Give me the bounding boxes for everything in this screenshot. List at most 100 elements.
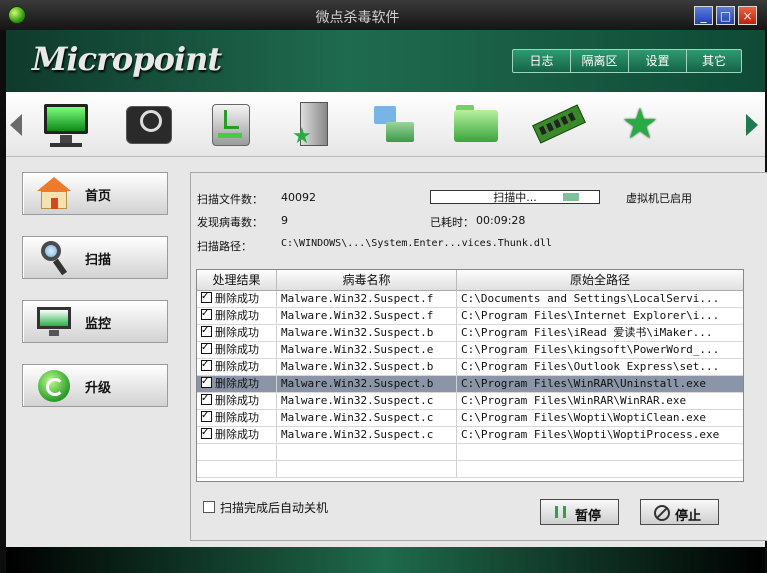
table-row[interactable]: 删除成功 Malware.Win32.Suspect.c C:\Program Fi… [197, 427, 743, 444]
magnifier-icon [37, 241, 71, 276]
usb-drive-icon[interactable] [206, 100, 254, 148]
table-row[interactable] [197, 444, 743, 461]
files-scanned-value: 40092 [281, 191, 316, 204]
virus-name-cell: Malware.Win32.Suspect.f [277, 291, 457, 307]
elapsed-label: 已耗时： [430, 216, 474, 229]
scan-progress-bar: 扫描中... [430, 190, 600, 204]
sidebar-item-home[interactable]: 首页 [22, 172, 168, 215]
virus-count-label: 发现病毒数： [197, 216, 263, 229]
monitor-icon[interactable] [42, 100, 90, 148]
column-header-result[interactable]: 处理结果 [197, 270, 277, 290]
path-cell: C:\Program Files\Wopti\WoptiClean.exe [461, 411, 707, 424]
table-row[interactable]: 删除成功 Malware.Win32.Suspect.e C:\Program Fi… [197, 342, 743, 359]
column-header-virus-name[interactable]: 病毒名称 [277, 270, 457, 290]
brand-logo: Micropoint [32, 40, 222, 78]
result-cell: 删除成功 [197, 325, 277, 341]
table-row[interactable]: 删除成功 Malware.Win32.Suspect.c C:\Program Fi… [197, 393, 743, 410]
virus-name-cell: Malware.Win32.Suspect.e [277, 342, 457, 358]
maximize-button[interactable]: □ [716, 6, 735, 25]
row-checkbox[interactable] [201, 325, 212, 339]
table-row[interactable]: 删除成功 Malware.Win32.Suspect.b C:\Program Fi… [197, 325, 743, 342]
virus-name-cell: Malware.Win32.Suspect.c [277, 410, 457, 426]
result-text: 删除成功 [215, 360, 259, 373]
sidebar-item-scan[interactable]: 扫描 [22, 236, 168, 279]
result-text: 删除成功 [215, 326, 259, 339]
nav-log-button[interactable]: 日志 [513, 50, 571, 72]
nav-other-button[interactable]: 其它 [687, 50, 741, 72]
row-checkbox[interactable] [201, 410, 212, 424]
result-text: 删除成功 [215, 411, 259, 424]
scan-disk-icon[interactable] [124, 100, 172, 148]
result-text: 删除成功 [215, 428, 259, 441]
virus-name-cell: Malware.Win32.Suspect.b [277, 359, 457, 375]
path-cell: C:\Program Files\WinRAR\WinRAR.exe [461, 394, 687, 407]
table-row[interactable]: 删除成功 Malware.Win32.Suspect.b C:\Program Fi… [197, 376, 743, 393]
sidebar-item-update[interactable]: 升级 [22, 364, 168, 407]
row-checkbox[interactable] [201, 427, 212, 441]
path-cell: C:\Program Files\iRead 爱读书\iMaker... [461, 326, 713, 339]
sidebar-item-label: 首页 [85, 189, 112, 204]
scan-path-value: C:\WINDOWS\...\System.Enter...vices.Thun… [281, 238, 552, 249]
files-scanned-label: 扫描文件数： [197, 193, 263, 206]
result-cell: 删除成功 [197, 427, 277, 443]
stop-button[interactable]: 停止 [640, 499, 719, 525]
virus-name-cell: Malware.Win32.Suspect.b [277, 325, 457, 341]
path-cell: C:\Program Files\Internet Explorer\i... [461, 309, 720, 322]
auto-shutdown-checkbox[interactable] [203, 501, 215, 513]
pause-button[interactable]: 暂停 [540, 499, 619, 525]
nav-quarantine-button[interactable]: 隔离区 [571, 50, 629, 72]
pause-icon [555, 506, 566, 518]
virus-count-value: 9 [281, 214, 288, 227]
result-text: 删除成功 [215, 309, 259, 322]
scroll-right-arrow-icon[interactable] [746, 114, 758, 136]
row-checkbox[interactable] [201, 393, 212, 407]
table-row[interactable]: 删除成功 Malware.Win32.Suspect.f C:\Documents … [197, 291, 743, 308]
stop-icon [654, 505, 670, 521]
stop-button-label: 停止 [675, 509, 702, 524]
table-row[interactable]: 删除成功 Malware.Win32.Suspect.b C:\Program Fi… [197, 359, 743, 376]
elapsed-value: 00:09:28 [476, 214, 526, 227]
row-checkbox[interactable] [201, 342, 212, 356]
green-star-icon[interactable]: ★ [616, 100, 664, 148]
virus-name-cell [277, 461, 457, 477]
app-window: 微点杀毒软件 _ □ × Micropoint 日志 隔离区 设置 其它 ★ ★… [0, 0, 767, 573]
scan-path-label: 扫描路径： [197, 240, 252, 253]
path-cell: C:\Program Files\Wopti\WoptiProcess.exe [461, 428, 720, 441]
minimize-button[interactable]: _ [694, 6, 713, 25]
row-checkbox[interactable] [201, 359, 212, 373]
update-icon [37, 369, 71, 403]
virus-name-cell: Malware.Win32.Suspect.b [277, 376, 457, 392]
row-checkbox[interactable] [201, 291, 212, 305]
auto-shutdown-option[interactable]: 扫描完成后自动关机 [203, 499, 328, 516]
table-row[interactable]: 删除成功 Malware.Win32.Suspect.c C:\Program Fi… [197, 410, 743, 427]
header-banner: Micropoint 日志 隔离区 设置 其它 [6, 30, 765, 92]
toolbar: ★ ★ [6, 92, 765, 157]
path-cell [457, 461, 743, 477]
sidebar-item-label: 扫描 [85, 253, 112, 268]
sidebar-item-label: 监控 [85, 317, 112, 332]
column-header-path[interactable]: 原始全路径 [457, 270, 743, 290]
row-checkbox[interactable] [201, 376, 212, 390]
table-row[interactable] [197, 461, 743, 478]
result-text: 删除成功 [215, 377, 259, 390]
close-button[interactable]: × [738, 6, 757, 25]
title-bar: 微点杀毒软件 _ □ × [0, 0, 767, 30]
path-cell [457, 444, 743, 460]
result-cell [197, 461, 277, 477]
result-text: 删除成功 [215, 292, 259, 305]
nav-settings-button[interactable]: 设置 [629, 50, 687, 72]
path-cell: C:\Program Files\Outlook Express\set... [461, 360, 720, 373]
result-cell [197, 444, 277, 460]
network-folders-icon[interactable] [370, 100, 418, 148]
window-title: 微点杀毒软件 [315, 10, 400, 26]
sidebar-item-monitor[interactable]: 监控 [22, 300, 168, 343]
result-cell: 删除成功 [197, 393, 277, 409]
scroll-left-arrow-icon[interactable] [10, 114, 22, 136]
table-row[interactable]: 删除成功 Malware.Win32.Suspect.f C:\Program Fi… [197, 308, 743, 325]
results-table: 处理结果 病毒名称 原始全路径 删除成功 Malware.Win32.Suspec… [196, 269, 744, 482]
memory-chip-icon[interactable] [532, 100, 586, 148]
door-exit-icon[interactable]: ★ [288, 100, 336, 149]
row-checkbox[interactable] [201, 308, 212, 322]
table-header: 处理结果 病毒名称 原始全路径 [197, 270, 743, 291]
green-folder-icon[interactable] [452, 100, 500, 148]
